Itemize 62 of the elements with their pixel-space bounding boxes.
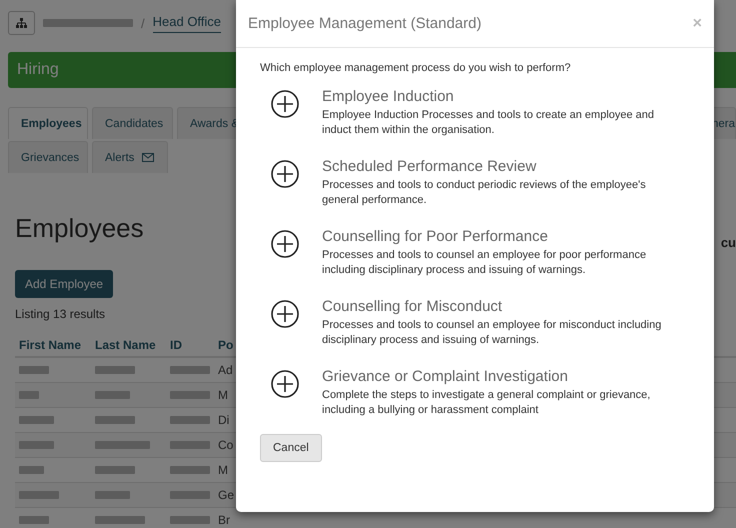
- blurred-text: [95, 441, 150, 449]
- modal-title: Employee Management (Standard): [248, 15, 482, 32]
- blurred-text: [19, 466, 44, 474]
- column-header: ID: [166, 334, 214, 357]
- table-cell: Co: [218, 438, 234, 452]
- option-description: Processes and tools to conduct periodic reviews of the employee's general performance.: [322, 178, 647, 208]
- page-heading: Employees: [15, 213, 144, 244]
- table-cell: M: [218, 388, 228, 402]
- blurred-text: [170, 466, 210, 474]
- blurred-text: [95, 466, 135, 474]
- blurred-text: [95, 391, 130, 399]
- plus-circle-icon[interactable]: [270, 299, 300, 329]
- blurred-text: [95, 491, 130, 499]
- envelope-icon: [142, 153, 154, 162]
- table-cell: Di: [218, 413, 230, 427]
- cancel-button[interactable]: Cancel: [260, 434, 322, 462]
- org-chart-button[interactable]: [8, 11, 35, 35]
- blurred-text: [170, 441, 210, 449]
- option-description: Employee Induction Processes and tools to create an employee and induct them within the organisation.: [322, 108, 656, 138]
- blurred-text: [19, 416, 54, 424]
- tab[interactable]: Employees: [8, 107, 88, 139]
- plus-circle-icon[interactable]: [270, 89, 300, 119]
- side-text: cu: [720, 235, 736, 250]
- listing-count: Listing 13 results: [15, 307, 106, 321]
- option-title[interactable]: Employee Induction: [322, 88, 682, 105]
- prompt-text: Which employee management process do you wish to perform?: [260, 62, 572, 74]
- tab[interactable]: Grievances: [8, 141, 88, 173]
- plus-circle-icon[interactable]: [270, 159, 300, 189]
- option-description: Processes and tools to counsel an employee for poor performance including disciplinary process and issuing of warnings.: [322, 248, 648, 278]
- blurred-text: [170, 516, 210, 524]
- option-title[interactable]: Scheduled Performance Review: [322, 158, 682, 175]
- blurred-text: [19, 491, 59, 499]
- option-title[interactable]: Counselling for Poor Performance: [322, 228, 682, 245]
- tab[interactable]: Candidates: [92, 107, 173, 139]
- add-employee-button[interactable]: Add Employee: [15, 270, 114, 298]
- table-cell: Br: [218, 513, 230, 527]
- blurred-text: [170, 491, 210, 499]
- blurred-text: [19, 391, 39, 399]
- plus-circle-icon[interactable]: [270, 369, 300, 399]
- option-title[interactable]: Counselling for Misconduct: [322, 298, 682, 315]
- table-cell: Ge: [218, 488, 234, 502]
- option-description: Complete the steps to investigate a general complaint or grievance, including a bullying or harassment complaint: [322, 388, 652, 418]
- blurred-text: [95, 516, 145, 524]
- plus-circle-icon[interactable]: [270, 229, 300, 259]
- blurred-text: [19, 366, 49, 374]
- blurred-text: [170, 391, 210, 399]
- column-header: Last Name: [91, 334, 166, 357]
- table-cell: M: [218, 463, 228, 477]
- blurred-text: [95, 416, 135, 424]
- blurred-text: [95, 366, 135, 374]
- blurred-text: [170, 416, 210, 424]
- org-chart-icon: [16, 18, 27, 28]
- table-cell: Ad: [218, 363, 233, 377]
- blurred-text: [19, 441, 54, 449]
- blurred-text: [19, 516, 49, 524]
- tab[interactable]: Alerts: [92, 141, 168, 173]
- column-header: First Name: [15, 334, 91, 357]
- close-button[interactable]: ×: [692, 14, 702, 32]
- breadcrumb-link[interactable]: Head Office: [152, 14, 222, 32]
- breadcrumb-separator: /: [141, 16, 145, 30]
- option-title[interactable]: Grievance or Complaint Investigation: [322, 368, 682, 385]
- blurred-text: [170, 366, 210, 374]
